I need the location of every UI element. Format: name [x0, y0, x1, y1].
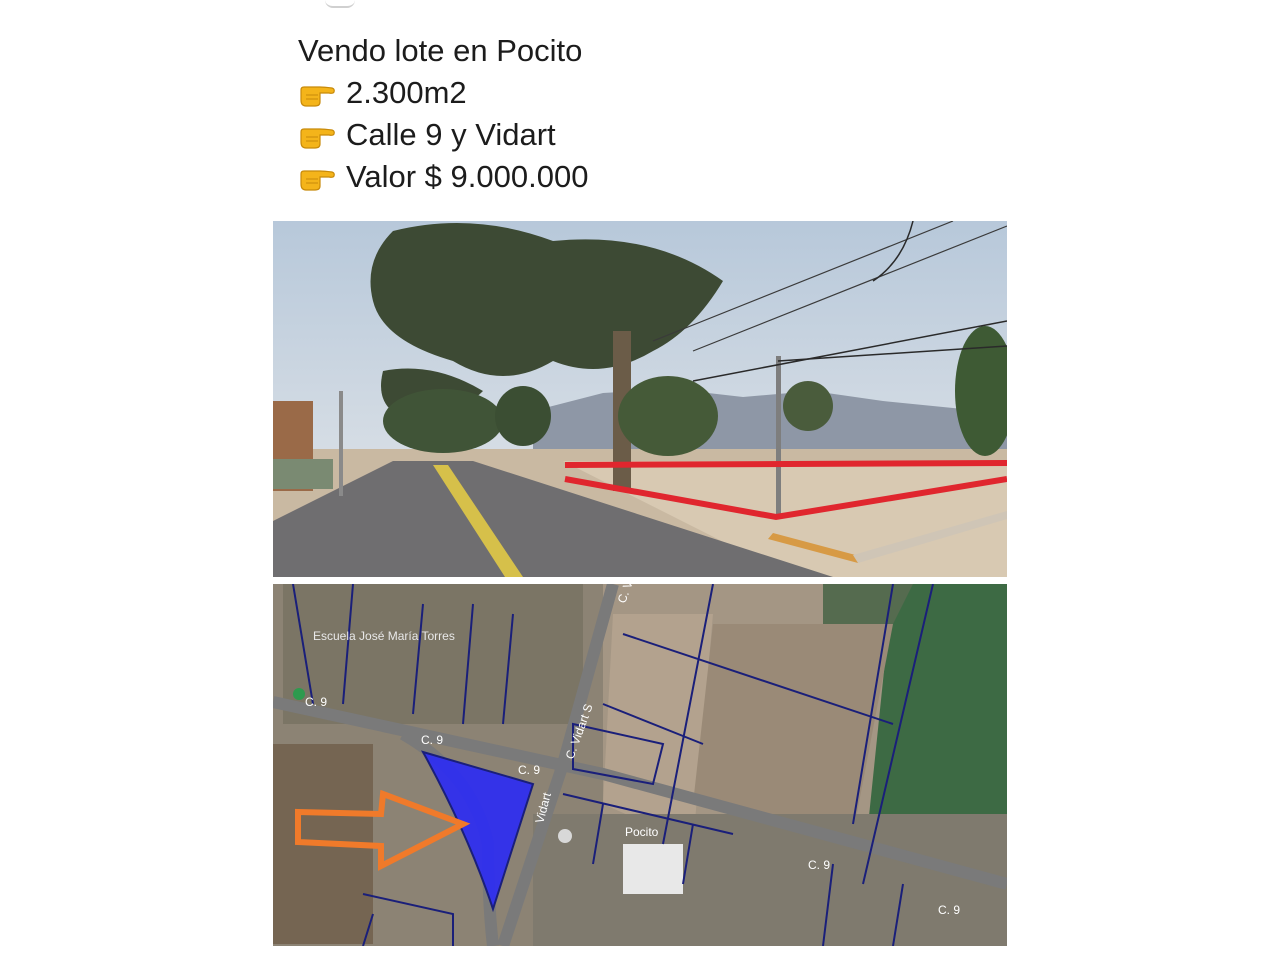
bullet-price-text: Valor $ 9.000.000 — [346, 159, 589, 194]
label-c9-a: C. 9 — [421, 733, 443, 747]
street-photo-graphic — [273, 221, 1007, 577]
post-title: Vendo lote en Pocito — [298, 33, 583, 68]
label-c9-marker: C. 9 — [305, 695, 327, 709]
bullet-area: 2.300m2 — [298, 72, 588, 114]
map-marker-icon — [293, 688, 305, 700]
bullet-price: Valor $ 9.000.000 — [298, 156, 588, 198]
street-photo — [273, 221, 1007, 577]
label-c9-d: C. 9 — [938, 903, 960, 917]
map-pin-icon — [558, 829, 572, 843]
post-text: Vendo lote en Pocito 2.300m2 Calle 9 y V… — [298, 30, 588, 198]
pointing-hand-icon — [300, 170, 335, 191]
label-pocito: Pocito — [625, 825, 659, 839]
bullet-area-text: 2.300m2 — [346, 75, 467, 110]
bullet-address-text: Calle 9 y Vidart — [346, 117, 556, 152]
bullet-address: Calle 9 y Vidart — [298, 114, 588, 156]
top-edge-fragment — [325, 0, 355, 8]
label-c9-c: C. 9 — [808, 858, 830, 872]
label-c9-b: C. 9 — [518, 763, 540, 777]
satellite-map-graphic: Escuela José María Torres C. 9 C. 9 C. 9… — [273, 584, 1007, 946]
pointing-hand-icon — [300, 128, 335, 149]
pointing-hand-icon — [300, 86, 335, 107]
satellite-map: Escuela José María Torres C. 9 C. 9 C. 9… — [273, 584, 1007, 946]
label-school: Escuela José María Torres — [313, 629, 455, 643]
